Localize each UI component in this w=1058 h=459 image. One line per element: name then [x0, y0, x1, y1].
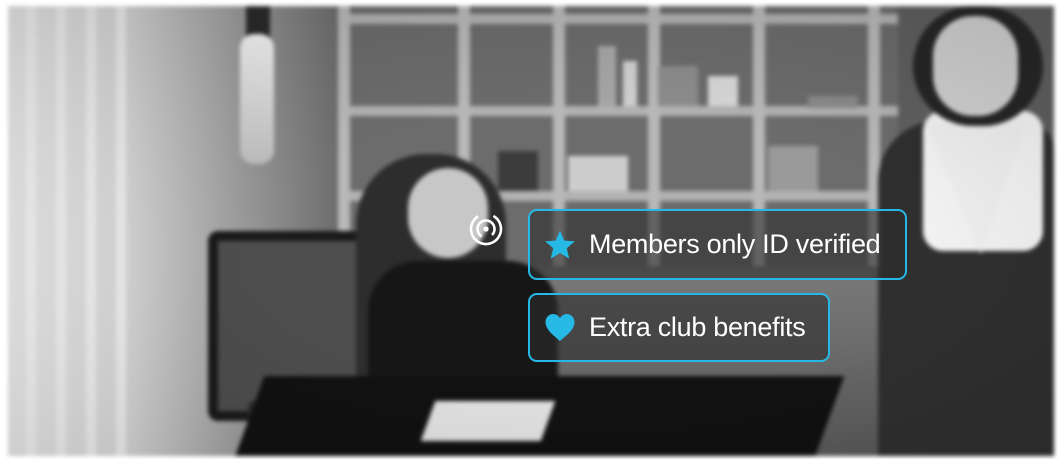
hero-frame: Members only ID verified Extra club bene…	[0, 0, 1058, 459]
feature-label: Members only ID verified	[589, 229, 881, 259]
star-icon	[545, 230, 575, 259]
heart-icon	[545, 313, 575, 341]
feature-badge-verified[interactable]: Members only ID verified	[528, 209, 907, 280]
feature-badge-benefits[interactable]: Extra club benefits	[528, 293, 830, 362]
target-rings-icon	[469, 212, 503, 246]
feature-label: Extra club benefits	[589, 312, 806, 342]
